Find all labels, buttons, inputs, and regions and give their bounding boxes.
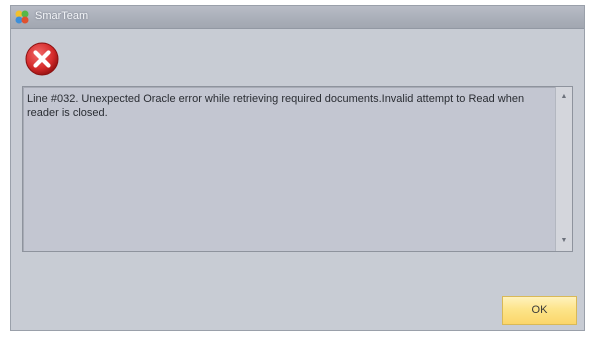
ok-button[interactable]: OK [502,296,577,325]
smarteam-app-icon [15,10,29,24]
error-message: Line #032. Unexpected Oracle error while… [27,93,525,119]
scroll-up-arrow-icon[interactable]: ▲ [556,89,572,105]
window-title: SmarTeam [35,10,89,22]
message-textbox[interactable]: Line #032. Unexpected Oracle error while… [22,86,573,252]
vertical-scrollbar[interactable]: ▲ ▼ [555,87,572,251]
error-icon [25,42,59,76]
title-bar[interactable]: SmarTeam [11,6,584,29]
scroll-down-arrow-icon[interactable]: ▼ [556,233,572,249]
error-dialog: SmarTeam Line #032. Unexpected Oracle er… [10,5,585,331]
